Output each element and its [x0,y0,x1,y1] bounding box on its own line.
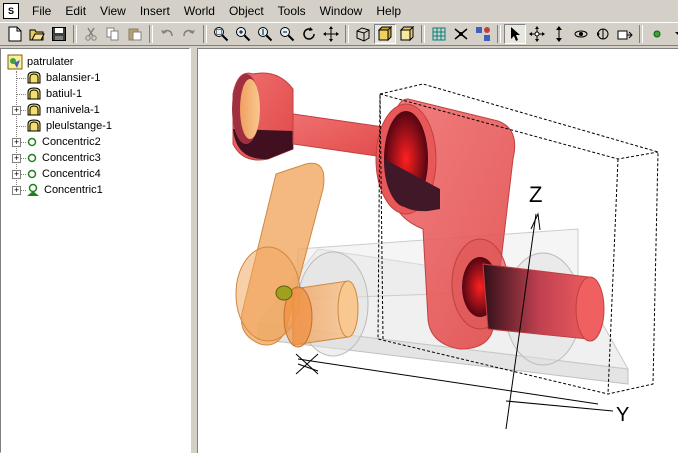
toolbar-separator [639,25,643,43]
tree-item-label: manivela-1 [46,104,100,116]
rotate-axis-icon[interactable] [592,24,614,44]
menu-insert[interactable]: Insert [133,0,177,22]
tree-item-label: Concentric2 [42,136,101,148]
toolbar [0,22,678,46]
pan-icon[interactable] [320,24,342,44]
open-icon[interactable] [26,24,48,44]
app-icon[interactable]: S [3,3,19,19]
toolbar-separator [203,25,207,43]
undo-icon[interactable] [156,24,178,44]
tree-connector [16,94,26,95]
tree-item-label: batiul-1 [46,88,83,100]
constraint-icon [27,137,37,147]
expand-icon[interactable]: + [12,138,21,147]
transparent-icon[interactable] [396,24,418,44]
tree-item-pleulstange[interactable]: pleulstange-1 [26,118,112,134]
select-icon[interactable] [504,24,526,44]
zoom-out-icon[interactable] [276,24,298,44]
tree-item-concentric3[interactable]: Concentric3 [26,150,101,166]
tree-item-concentric4[interactable]: Concentric4 [26,166,101,182]
feature-tree: patrulater balansier-1 batiul-1 + manive… [0,48,190,453]
toolbar-separator [345,25,349,43]
part-icon [27,87,41,100]
axis-y-label: Y [616,404,629,426]
scene: Z Y [232,72,659,430]
menu-tools[interactable]: Tools [271,0,313,22]
new-icon[interactable] [4,24,26,44]
part-icon [27,103,41,116]
menu-edit[interactable]: Edit [58,0,93,22]
tree-item-label: Concentric4 [42,168,101,180]
cut-icon[interactable] [80,24,102,44]
axis-z-label: Z [529,182,542,207]
menu-file[interactable]: File [25,0,58,22]
part-icon [27,119,41,132]
point-icon[interactable] [646,24,668,44]
toolbar-separator [73,25,77,43]
menu-bar: S File Edit View Insert World Object Too… [0,0,678,22]
tree-item-concentric1[interactable]: Concentric1 [26,182,103,198]
tree-item-batiul[interactable]: batiul-1 [26,86,82,102]
zoom-window-icon[interactable] [210,24,232,44]
assembly-icon [7,54,23,70]
toolbar-separator [497,25,501,43]
zoom-dynamic-icon[interactable] [254,24,276,44]
properties-icon[interactable] [472,24,494,44]
part-icon [27,71,41,84]
save-icon[interactable] [48,24,70,44]
tree-root[interactable]: patrulater [7,54,73,70]
toolbar-separator [149,25,153,43]
expand-icon[interactable]: + [12,154,21,163]
tree-connector [16,126,26,127]
panel-splitter[interactable] [190,48,198,453]
tree-item-manivela[interactable]: manivela-1 [26,102,100,118]
menu-object[interactable]: Object [222,0,271,22]
tree-item-label: balansier-1 [46,72,101,84]
expand-icon[interactable]: + [12,186,21,195]
constraint-ground-icon [27,183,39,196]
move-icon[interactable] [526,24,548,44]
tree-item-concentric2[interactable]: Concentric2 [26,134,101,150]
snap-icon[interactable] [450,24,472,44]
copy-icon[interactable] [102,24,124,44]
tree-item-label: Concentric3 [42,152,101,164]
move-axis-icon[interactable] [548,24,570,44]
toolbar-separator [421,25,425,43]
expand-icon[interactable]: + [12,106,21,115]
tree-connector [16,78,26,79]
rotate-icon[interactable] [298,24,320,44]
shaded-icon[interactable] [374,24,396,44]
paste-icon[interactable] [124,24,146,44]
3d-viewport[interactable]: Z Y [198,48,678,453]
constraint-icon [27,153,37,163]
menu-help[interactable]: Help [369,0,408,22]
menu-window[interactable]: Window [313,0,370,22]
grid-icon[interactable] [428,24,450,44]
menu-world[interactable]: World [177,0,222,22]
tree-item-label: pleulstange-1 [46,120,113,132]
crank-part[interactable] [232,72,399,161]
tree-item-balansier[interactable]: balansier-1 [26,70,100,86]
chevron-down-icon[interactable] [668,24,678,44]
tree-item-label: Concentric1 [44,184,103,196]
tree-root-label: patrulater [27,56,74,68]
expand-icon[interactable]: + [12,170,21,179]
redo-icon[interactable] [178,24,200,44]
menu-view[interactable]: View [93,0,133,22]
rotate-object-icon[interactable] [570,24,592,44]
wireframe-icon[interactable] [352,24,374,44]
zoom-in-icon[interactable] [232,24,254,44]
animate-icon[interactable] [614,24,636,44]
constraint-icon [27,169,37,179]
